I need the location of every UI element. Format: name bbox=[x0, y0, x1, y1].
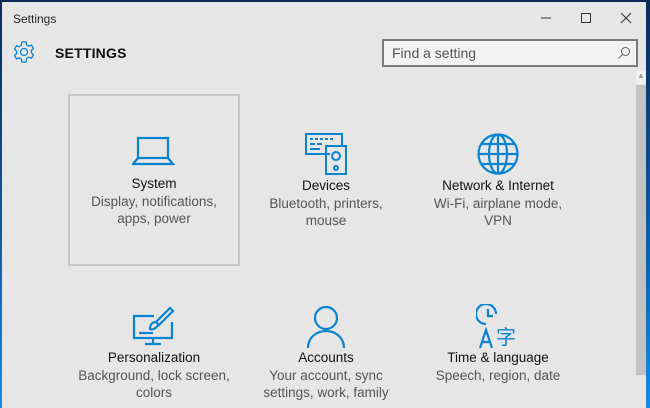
tile-subtitle: Your account, sync settings, work, famil… bbox=[263, 368, 389, 400]
tile-accounts[interactable]: Accounts Your account, sync settings, wo… bbox=[240, 266, 412, 406]
tile-subtitle: Speech, region, date bbox=[435, 368, 561, 383]
person-icon bbox=[306, 305, 346, 348]
laptop-icon bbox=[132, 136, 176, 166]
tile-subtitle: Wi-Fi, airplane mode, VPN bbox=[433, 196, 563, 228]
maximize-button[interactable] bbox=[566, 6, 606, 30]
minimize-button[interactable] bbox=[526, 6, 566, 30]
scrollbar-thumb[interactable] bbox=[636, 85, 646, 375]
tile-title: Network & Internet bbox=[442, 178, 554, 193]
tile-title: System bbox=[131, 176, 177, 191]
scroll-up-icon[interactable]: ▲ bbox=[636, 71, 646, 84]
gear-icon bbox=[13, 41, 35, 63]
tile-subtitle: Background, lock screen, colors bbox=[78, 368, 230, 400]
search-input[interactable] bbox=[384, 41, 604, 65]
close-icon bbox=[620, 12, 632, 24]
tile-subtitle: Display, notifications, apps, power bbox=[91, 194, 217, 226]
tile-devices[interactable]: Devices Bluetooth, printers, mouse bbox=[240, 94, 412, 266]
personalization-icon bbox=[132, 306, 175, 346]
tile-personalization[interactable]: Personalization Background, lock screen,… bbox=[68, 266, 240, 406]
tile-title: Time & language bbox=[447, 350, 549, 365]
tile-system[interactable]: System Display, notifications, apps, pow… bbox=[68, 94, 240, 266]
tile-time-language[interactable]: 字 Time & language Speech, region, date bbox=[412, 266, 584, 406]
devices-icon bbox=[305, 133, 347, 175]
tile-title: Accounts bbox=[298, 350, 354, 365]
svg-text:字: 字 bbox=[496, 325, 516, 348]
globe-icon bbox=[477, 133, 519, 175]
tile-title: Personalization bbox=[107, 350, 201, 365]
settings-window: Settings SETTINGS System Display, notifi… bbox=[2, 2, 646, 408]
minimize-icon bbox=[541, 17, 551, 19]
maximize-icon bbox=[581, 13, 591, 23]
search-icon[interactable] bbox=[617, 46, 631, 60]
page-title: SETTINGS bbox=[55, 45, 127, 61]
tile-subtitle: Bluetooth, printers, mouse bbox=[269, 196, 383, 228]
tile-title: Devices bbox=[301, 178, 350, 193]
time-language-icon: 字 bbox=[476, 304, 516, 348]
window-title: Settings bbox=[13, 12, 57, 26]
vertical-scrollbar[interactable]: ▲ bbox=[636, 71, 646, 408]
close-button[interactable] bbox=[606, 6, 646, 30]
title-bar: Settings bbox=[2, 2, 646, 34]
tile-network[interactable]: Network & Internet Wi-Fi, airplane mode,… bbox=[412, 94, 584, 266]
search-box[interactable] bbox=[382, 39, 638, 67]
